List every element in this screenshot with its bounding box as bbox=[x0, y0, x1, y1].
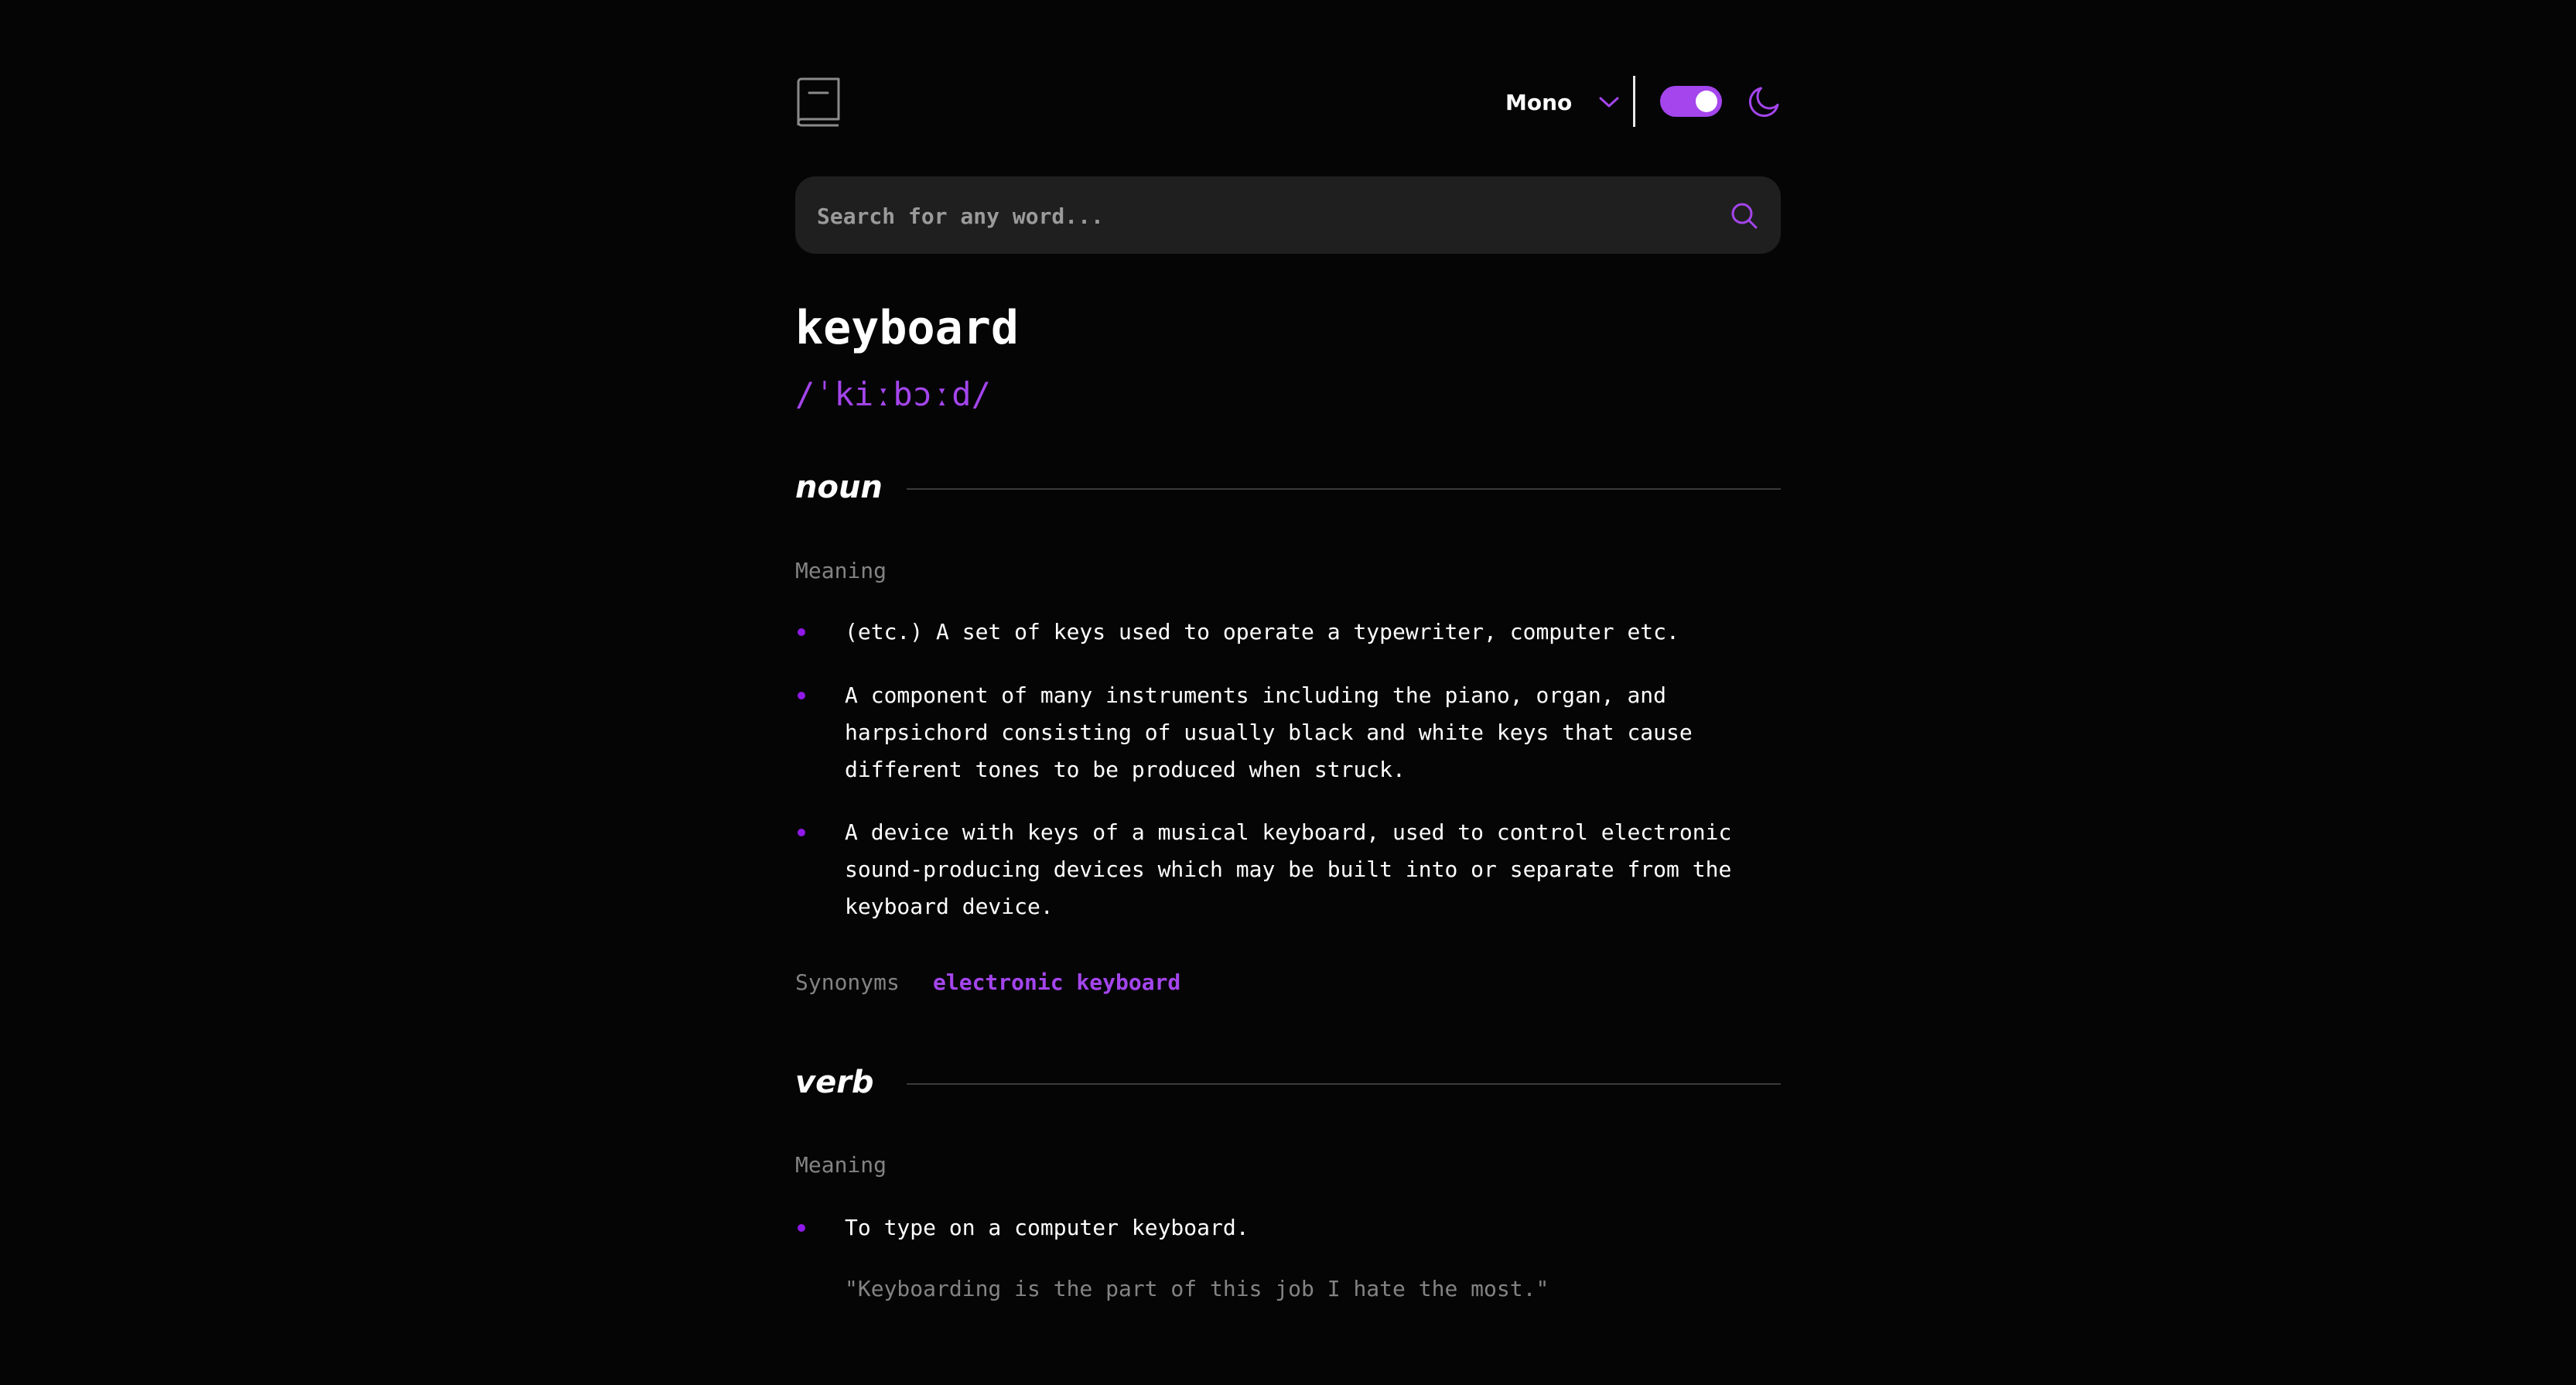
definition-item: (etc.) A set of keys used to operate a t… bbox=[845, 619, 1679, 645]
search-icon[interactable] bbox=[1730, 201, 1759, 231]
part-of-speech-label: noun bbox=[795, 470, 883, 505]
search-input[interactable] bbox=[815, 176, 1708, 255]
definition-item: To type on a computer keyboard. bbox=[845, 1215, 1249, 1240]
noun-heading: noun bbox=[795, 464, 1781, 511]
chevron-down-icon bbox=[1599, 97, 1619, 108]
list-bullet bbox=[798, 628, 805, 636]
list-bullet bbox=[798, 1224, 805, 1232]
section-divider bbox=[907, 1083, 1781, 1085]
search-bar bbox=[795, 176, 1781, 255]
meaning-label: Meaning bbox=[795, 1152, 887, 1178]
font-selector-value: Mono bbox=[1505, 89, 1573, 115]
list-bullet bbox=[798, 692, 805, 699]
theme-toggle-knob bbox=[1696, 91, 1717, 112]
theme-toggle[interactable] bbox=[1660, 86, 1722, 117]
book-icon[interactable] bbox=[795, 77, 842, 127]
example-sentence: "Keyboarding is the part of this job I h… bbox=[845, 1276, 1549, 1301]
synonyms-label: Synonyms bbox=[795, 970, 900, 995]
font-selector[interactable]: Mono bbox=[1505, 85, 1620, 119]
verb-heading: verb bbox=[795, 1059, 1781, 1106]
moon-icon bbox=[1748, 87, 1779, 118]
definition-item: A device with keys of a musical keyboard… bbox=[845, 819, 1732, 919]
synonym-link[interactable]: electronic keyboard bbox=[933, 967, 1180, 998]
part-of-speech-label: verb bbox=[795, 1065, 874, 1100]
meaning-label: Meaning bbox=[795, 558, 887, 583]
header: Mono bbox=[795, 74, 1781, 130]
word-title: keyboard bbox=[795, 301, 1019, 355]
header-divider bbox=[1633, 76, 1635, 127]
definition-item: A component of many instruments includin… bbox=[845, 682, 1693, 782]
section-divider bbox=[907, 488, 1781, 490]
phonetic-text: /ˈkiːbɔːd/ bbox=[795, 375, 991, 413]
list-bullet bbox=[798, 829, 805, 836]
